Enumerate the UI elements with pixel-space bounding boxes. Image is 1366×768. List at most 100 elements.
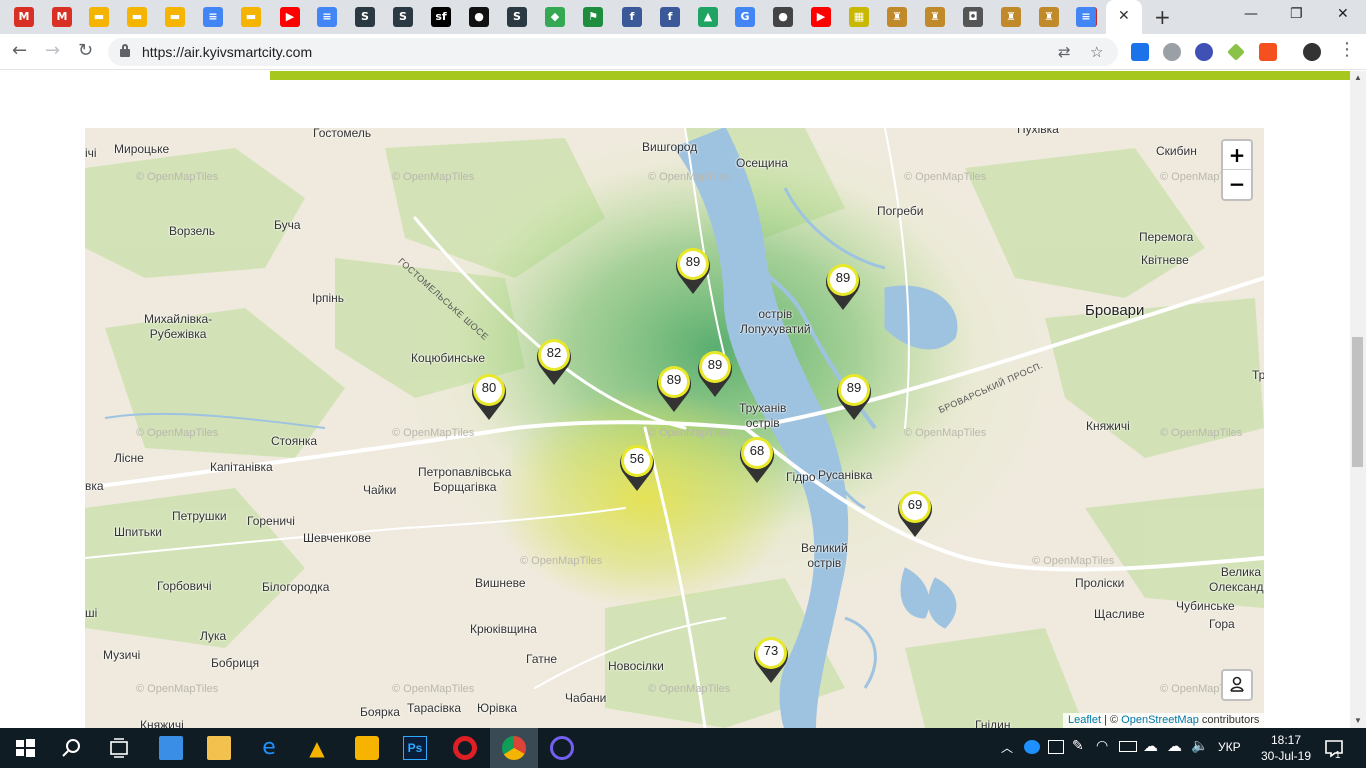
scroll-down-icon[interactable]: ▼: [1354, 716, 1362, 725]
restore-button[interactable]: ❐: [1290, 6, 1303, 22]
gmail-icon[interactable]: M: [52, 7, 72, 27]
zoom-out-button[interactable]: −: [1223, 170, 1251, 199]
slides-icon[interactable]: ▬: [241, 7, 261, 27]
youtube-icon[interactable]: ▶: [811, 7, 831, 27]
yellow-grid-icon[interactable]: ▦: [849, 7, 869, 27]
facebook-icon[interactable]: f: [660, 7, 680, 27]
new-tab-button[interactable]: +: [1154, 5, 1171, 29]
facebook-icon[interactable]: f: [622, 7, 642, 27]
leaflet-link[interactable]: Leaflet: [1068, 714, 1101, 726]
aqi-marker[interactable]: 68: [738, 436, 776, 484]
bookmark-star-icon[interactable]: ☆: [1090, 43, 1103, 61]
plus-extension-icon[interactable]: [1259, 43, 1277, 61]
person-icon: [1230, 676, 1244, 692]
robot-icon[interactable]: ◘: [963, 7, 983, 27]
search-icon[interactable]: [60, 736, 84, 760]
avast-icon[interactable]: ▲: [305, 736, 329, 760]
aqi-value: 89: [707, 357, 723, 372]
flag-icon[interactable]: ⚑: [583, 7, 603, 27]
air-quality-map[interactable]: © OpenMapTiles © OpenMapTiles © OpenMapT…: [85, 128, 1264, 728]
menu-dots-icon[interactable]: ⋮: [1338, 39, 1356, 60]
kyiv-emblem-icon[interactable]: ♜: [1039, 7, 1059, 27]
place-label: Михайлівка- Рубежівка: [144, 312, 213, 341]
aqi-marker[interactable]: 73: [752, 636, 790, 684]
lightbulb-app-icon[interactable]: [355, 736, 379, 760]
docs-icon[interactable]: ≡: [1076, 7, 1096, 27]
file-explorer-icon[interactable]: [207, 736, 231, 760]
kyiv-emblem-icon[interactable]: ♜: [925, 7, 945, 27]
close-tab-icon[interactable]: ✕: [1118, 8, 1130, 24]
symfony-icon[interactable]: sf: [431, 7, 451, 27]
teamviewer-tray-icon[interactable]: [1024, 740, 1040, 754]
zoom-in-button[interactable]: +: [1223, 141, 1251, 170]
place-label: Русанівка: [818, 468, 873, 482]
map-watermark: © OpenMapTiles: [392, 427, 475, 439]
pen-tray-icon[interactable]: ✎: [1072, 738, 1084, 754]
aqi-marker[interactable]: 89: [674, 247, 712, 295]
lock-icon[interactable]: [120, 44, 130, 57]
close-window-button[interactable]: ✕: [1337, 6, 1349, 22]
back-arrow-icon[interactable]: ←: [12, 40, 27, 61]
translate-icon[interactable]: ⇄: [1058, 43, 1071, 61]
task-view-icon[interactable]: [107, 736, 131, 760]
volume-icon[interactable]: 🔈: [1191, 738, 1208, 754]
reload-icon[interactable]: ↻: [78, 40, 93, 61]
docs-icon[interactable]: ≡: [203, 7, 223, 27]
aqi-marker[interactable]: 82: [535, 338, 573, 386]
cloud-sync-icon[interactable]: ☁: [1167, 737, 1182, 755]
windows-start-icon[interactable]: [13, 736, 37, 760]
panda-icon[interactable]: ●: [773, 7, 793, 27]
aqi-marker[interactable]: 89: [655, 365, 693, 413]
tab-glyph: ●: [778, 10, 788, 23]
locate-button[interactable]: [1221, 669, 1253, 701]
aqi-marker[interactable]: 89: [835, 373, 873, 421]
gear-extension-icon[interactable]: [1131, 43, 1149, 61]
openstreetmap-link[interactable]: OpenStreetMap: [1121, 714, 1199, 726]
cloud-upload-icon[interactable]: ☁: [1143, 737, 1158, 755]
aqi-marker[interactable]: 80: [470, 373, 508, 421]
url-text[interactable]: https://air.kyivsmartcity.com: [142, 44, 312, 60]
opera-icon[interactable]: [453, 736, 477, 760]
language-indicator[interactable]: УКР: [1218, 740, 1241, 754]
s-logo-icon[interactable]: S: [355, 7, 375, 27]
s-logo-icon[interactable]: S: [507, 7, 527, 27]
gmail-icon[interactable]: M: [14, 7, 34, 27]
slides-icon[interactable]: ▬: [165, 7, 185, 27]
scroll-up-icon[interactable]: ▲: [1354, 73, 1362, 82]
aqi-marker[interactable]: 89: [696, 350, 734, 398]
slides-icon[interactable]: ▬: [127, 7, 147, 27]
s-logo-icon[interactable]: S: [393, 7, 413, 27]
address-bar[interactable]: https://air.kyivsmartcity.com ⇄ ☆: [108, 38, 1118, 66]
aqi-marker[interactable]: 69: [896, 490, 934, 538]
camera-extension-icon[interactable]: [1163, 43, 1181, 61]
docs-icon[interactable]: ≡: [317, 7, 337, 27]
profile-avatar[interactable]: [1303, 43, 1321, 61]
aqi-marker[interactable]: 89: [824, 263, 862, 311]
scrollbar-thumb[interactable]: [1352, 337, 1363, 467]
github-icon[interactable]: ●: [469, 7, 489, 27]
diamond-extension-icon[interactable]: [1227, 43, 1245, 61]
system-clock[interactable]: 18:17 30-Jul-19: [1257, 732, 1315, 764]
control-panel-icon[interactable]: [159, 736, 183, 760]
youtube-icon[interactable]: ▶: [280, 7, 300, 27]
active-tab[interactable]: ✕ ≡: [1076, 0, 1142, 34]
minimize-button[interactable]: —: [1244, 6, 1258, 22]
notification-center-icon[interactable]: [1322, 736, 1346, 760]
kyiv-emblem-icon[interactable]: ♜: [1001, 7, 1021, 27]
circle-extension-icon[interactable]: [1195, 43, 1213, 61]
battery-icon[interactable]: [1119, 741, 1137, 752]
maps-icon[interactable]: ◆: [545, 7, 565, 27]
notes-tray-icon[interactable]: [1048, 740, 1064, 754]
viber-icon[interactable]: [550, 736, 574, 760]
tray-expand-icon[interactable]: ︿: [1001, 739, 1013, 756]
google-icon[interactable]: G: [735, 7, 755, 27]
chrome-icon[interactable]: [502, 736, 526, 760]
slides-icon[interactable]: ▬: [89, 7, 109, 27]
drive-icon[interactable]: ▲: [698, 7, 718, 27]
kyiv-emblem-icon[interactable]: ♜: [887, 7, 907, 27]
aqi-marker[interactable]: 56: [618, 444, 656, 492]
wifi-icon[interactable]: ◠: [1096, 738, 1108, 754]
edge-icon[interactable]: e: [257, 736, 281, 760]
forward-arrow-icon[interactable]: →: [45, 40, 60, 61]
photoshop-icon[interactable]: Ps: [403, 736, 427, 760]
